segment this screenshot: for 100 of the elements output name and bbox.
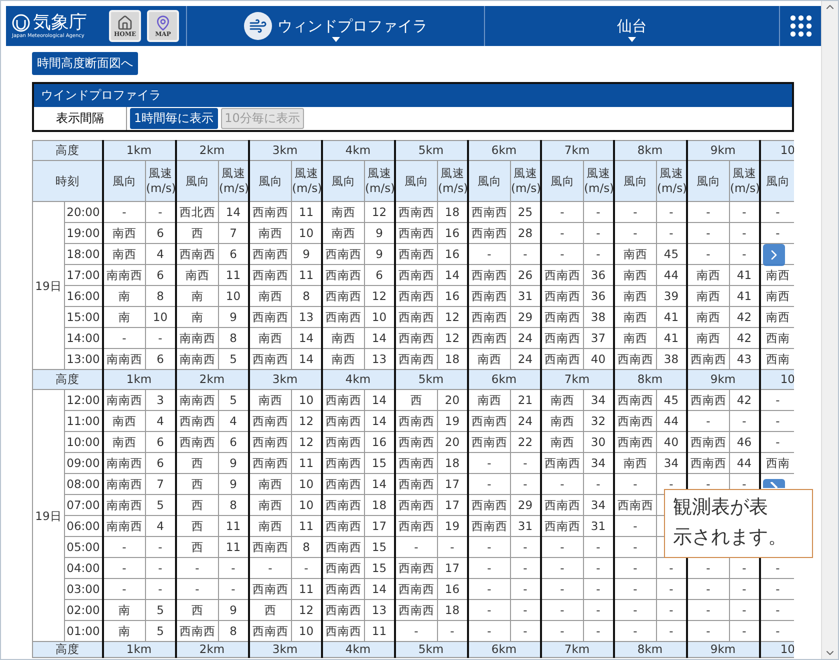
direction-cell: 西 [176,452,218,474]
direction-cell: - [102,536,146,558]
direction-cell: 西南西 [322,286,364,306]
direction-cell: - [760,432,794,452]
direction-cell: 西 [176,222,218,244]
direction-cell: 南西 [322,202,364,222]
next-button[interactable] [763,479,785,488]
column-header: 風向 [540,160,584,202]
direction-cell: 南西 [102,432,146,452]
direction-cell: 西 [176,474,218,494]
direction-cell: - [540,222,584,244]
column-header: 2km [176,140,248,160]
direction-cell: - [468,536,510,558]
direction-cell: 西南西 [248,578,292,600]
direction-cell: 西南西 [394,222,438,244]
direction-cell: 西南西 [468,286,510,306]
direction-cell: - [540,244,584,264]
column-header: 7km [540,140,614,160]
direction-cell: 南西 [540,410,584,432]
column-header: 9km [686,140,760,160]
column-header: 4km [322,370,394,390]
direction-cell: 西南西 [394,432,438,452]
direction-cell: 西南西 [394,306,438,328]
direction-cell: - [468,452,510,474]
direction-cell: 南西 [540,390,584,410]
column-header: 10 [760,370,794,390]
direction-cell: 西南西 [394,494,438,516]
direction-cell: 西南西 [322,516,364,536]
column-header: 風向 [468,160,510,202]
direction-cell: 西 [176,516,218,536]
direction-cell: 南西 [686,328,730,348]
direction-cell: 南西 [686,264,730,286]
direction-cell: - [686,202,730,222]
direction-cell: 南西 [760,286,794,306]
column-header: 9km [686,370,760,390]
direction-cell: 南 [176,286,218,306]
column-header: 2km [176,370,248,390]
direction-cell: - [614,202,656,222]
direction-cell: 西南西 [394,600,438,620]
direction-cell: 南西 [614,306,656,328]
direction-cell: 西南西 [322,244,364,264]
direction-cell: 西南西 [540,452,584,474]
column-header: 高度 [32,140,102,160]
direction-cell: 西南西 [614,410,656,432]
direction-cell: 西南西 [614,432,656,452]
direction-cell: 西南西 [540,264,584,286]
direction-cell: 西南西 [248,264,292,286]
next-button[interactable] [763,244,785,266]
product-menu[interactable]: ウィンドプロファイラ [186,6,484,46]
direction-cell: 南西 [102,410,146,432]
direction-cell: 西南西 [248,306,292,328]
station-menu[interactable]: 仙台 [484,6,779,46]
direction-cell: 南 [102,600,146,620]
logo-icon [12,14,30,32]
direction-cell: 西南西 [394,558,438,578]
direction-cell: 西南西 [322,494,364,516]
direction-cell: - [468,474,510,494]
direction-cell: 西南西 [540,328,584,348]
direction-cell: 西南西 [248,202,292,222]
direction-cell: 南南西 [102,452,146,474]
direction-cell: 南西 [248,494,292,516]
section-link-button[interactable]: 時間高度断面図へ [32,52,138,75]
direction-cell: 南 [102,306,146,328]
direction-cell: - [540,578,584,600]
direction-cell: - [540,474,584,494]
direction-cell: 南西 [322,328,364,348]
direction-cell: 西南西 [394,516,438,536]
direction-cell: 南西 [248,390,292,410]
direction-cell: 南西 [468,390,510,410]
direction-cell: - [614,516,656,536]
direction-cell: 西南西 [614,390,656,410]
direction-cell: 西南西 [322,410,364,432]
column-header: 4km [322,140,394,160]
direction-cell: 西南西 [540,306,584,328]
direction-cell: 南南西 [102,516,146,536]
direction-cell: 西南西 [394,286,438,306]
direction-cell: 西南西 [468,516,510,536]
column-header: 風向 [248,160,292,202]
direction-cell: 南 [102,286,146,306]
interval-option[interactable]: 1時間毎に表示 [130,108,218,129]
callout-text: 示されます。 [673,525,787,550]
direction-cell: - [686,244,730,264]
direction-cell: 西南西 [322,578,364,600]
direction-cell: 西南西 [322,264,364,286]
direction-cell: - [102,202,146,222]
direction-cell: 西南西 [176,432,218,452]
direction-cell: 西南西 [540,516,584,536]
direction-cell: 西南西 [394,264,438,286]
column-header: 4km [322,642,394,658]
column-header: 8km [614,140,686,160]
column-header: 時刻 [32,160,102,202]
direction-cell: 西南西 [322,452,364,474]
direction-cell: 西南西 [322,600,364,620]
direction-cell: 南西 [614,452,656,474]
panel-title: ウインドプロファイラ [34,84,792,107]
direction-cell: 西 [176,600,218,620]
direction-cell: 南南西 [102,390,146,410]
column-header: 9km [686,642,760,658]
direction-cell: 南南西 [176,328,218,348]
direction-cell: 南西 [102,222,146,244]
